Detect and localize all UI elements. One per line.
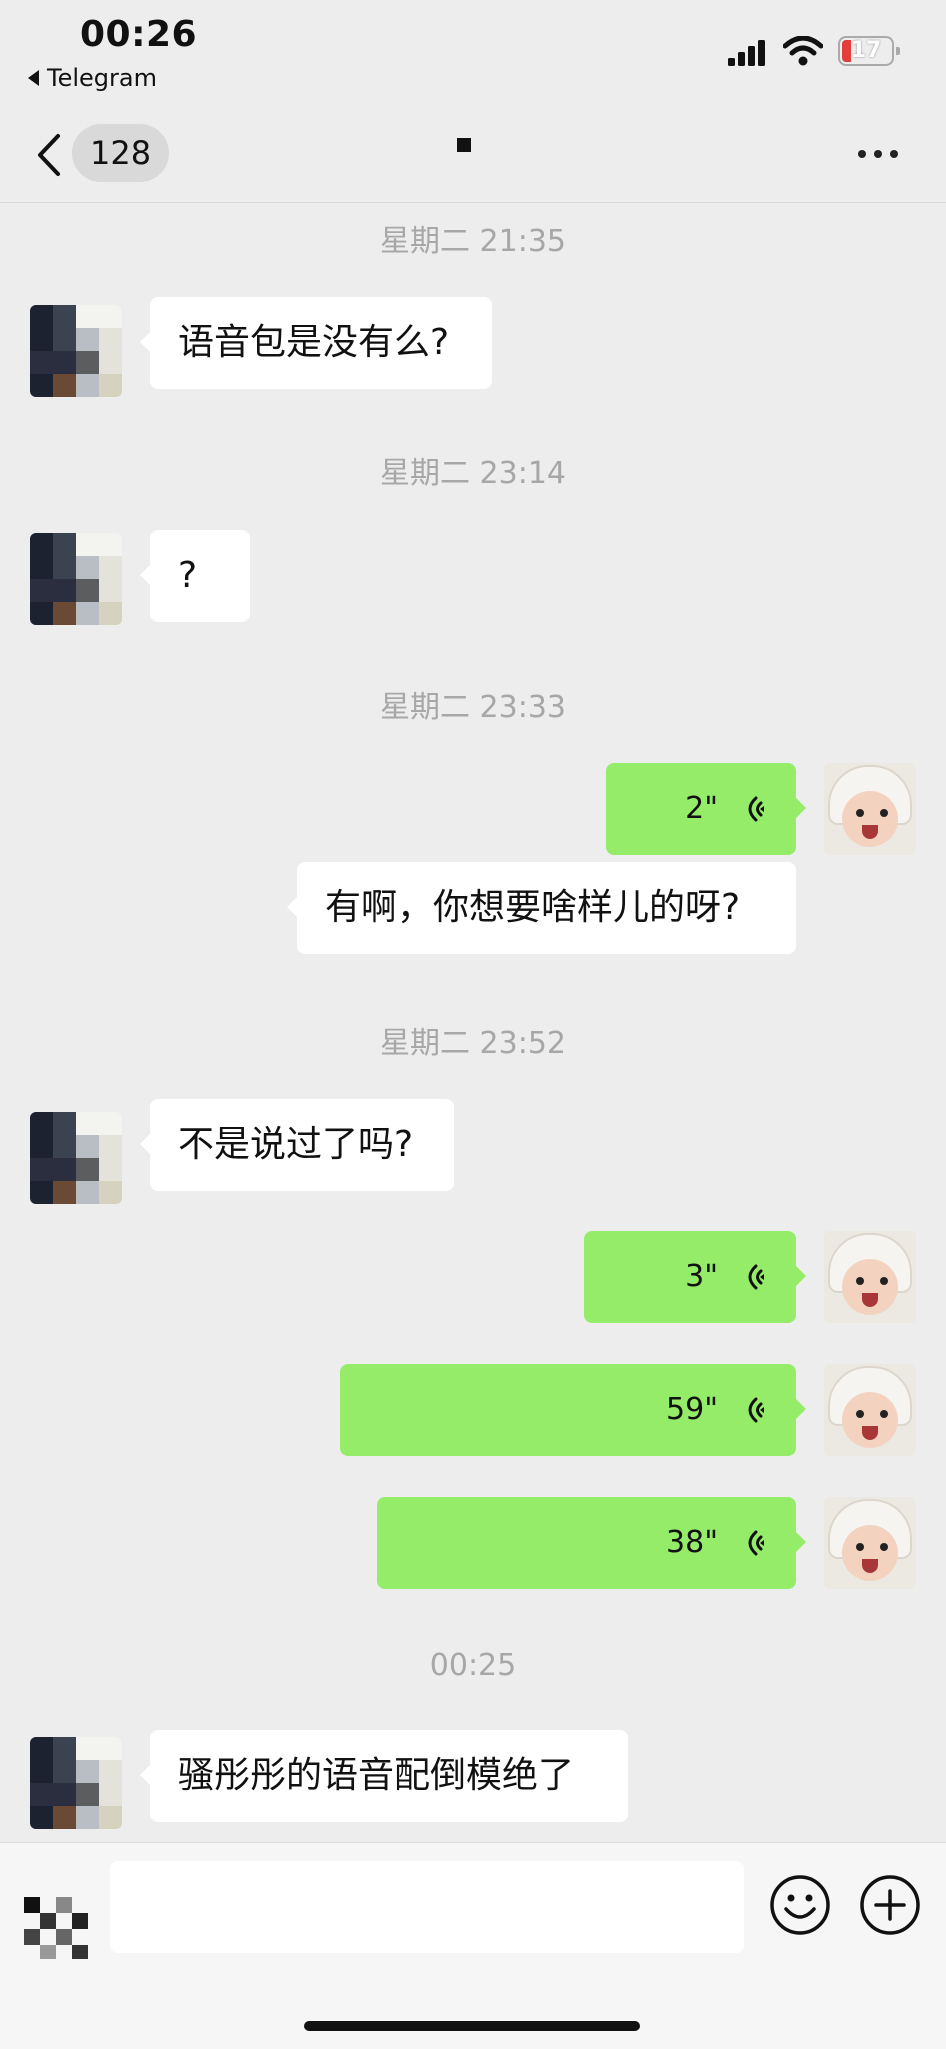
- battery-icon: 17: [838, 36, 900, 66]
- incoming-message-bubble[interactable]: ?: [140, 530, 250, 622]
- wifi-icon: [783, 36, 823, 66]
- incoming-message-bubble[interactable]: 不是说过了吗?: [140, 1099, 454, 1191]
- back-app-label: Telegram: [47, 64, 157, 92]
- my-avatar[interactable]: [824, 1364, 916, 1456]
- voice-duration: 38": [666, 1525, 718, 1560]
- status-time: 00:26: [80, 14, 198, 55]
- outgoing-voice-message[interactable]: 3": [584, 1231, 806, 1323]
- voice-duration: 3": [685, 1259, 718, 1294]
- unread-count-badge[interactable]: 128: [72, 124, 170, 182]
- voice-duration: 59": [666, 1392, 718, 1427]
- incoming-message-bubble[interactable]: 骚彤彤的语音配倒模绝了: [140, 1730, 628, 1822]
- voice-wave-icon: [748, 1397, 764, 1423]
- message-timestamp: 00:25: [429, 1648, 517, 1683]
- my-avatar[interactable]: [824, 763, 916, 855]
- home-indicator[interactable]: [304, 2021, 640, 2031]
- message-timestamp: 星期二 21:35: [380, 224, 566, 259]
- my-avatar[interactable]: [824, 1231, 916, 1323]
- contact-avatar[interactable]: [30, 533, 122, 625]
- emoji-icon[interactable]: [768, 1873, 832, 1937]
- outgoing-text-message[interactable]: 有啊，你想要啥样儿的呀?: [287, 862, 796, 954]
- voice-wave-icon: [748, 1530, 764, 1556]
- chat-title: [457, 138, 471, 152]
- contact-avatar[interactable]: [30, 305, 122, 397]
- my-avatar[interactable]: [824, 1497, 916, 1589]
- voice-duration: 2": [685, 791, 718, 826]
- voice-toggle-icon[interactable]: [24, 1893, 92, 1961]
- battery-level: 17: [850, 38, 882, 63]
- chevron-left-icon[interactable]: [34, 132, 64, 178]
- message-input[interactable]: [110, 1861, 744, 1953]
- voice-wave-icon: [748, 796, 764, 822]
- more-icon[interactable]: [858, 150, 898, 158]
- chat-header: 128: [0, 110, 946, 203]
- input-bar: [0, 1842, 946, 2049]
- back-triangle-icon: [28, 70, 39, 86]
- contact-avatar[interactable]: [30, 1737, 122, 1829]
- message-timestamp: 星期二 23:14: [380, 456, 566, 491]
- message-timestamp: 星期二 23:33: [380, 690, 566, 725]
- outgoing-voice-message[interactable]: 59": [340, 1364, 806, 1456]
- message-timestamp: 星期二 23:52: [380, 1026, 566, 1061]
- back-to-app-link[interactable]: Telegram: [28, 64, 157, 92]
- contact-avatar[interactable]: [30, 1112, 122, 1204]
- cellular-signal-icon: [728, 40, 765, 66]
- plus-icon[interactable]: [858, 1873, 922, 1937]
- outgoing-voice-message[interactable]: 38": [377, 1497, 806, 1589]
- outgoing-voice-message[interactable]: 2": [606, 763, 806, 855]
- voice-wave-icon: [748, 1264, 764, 1290]
- incoming-message-bubble[interactable]: 语音包是没有么?: [140, 297, 492, 389]
